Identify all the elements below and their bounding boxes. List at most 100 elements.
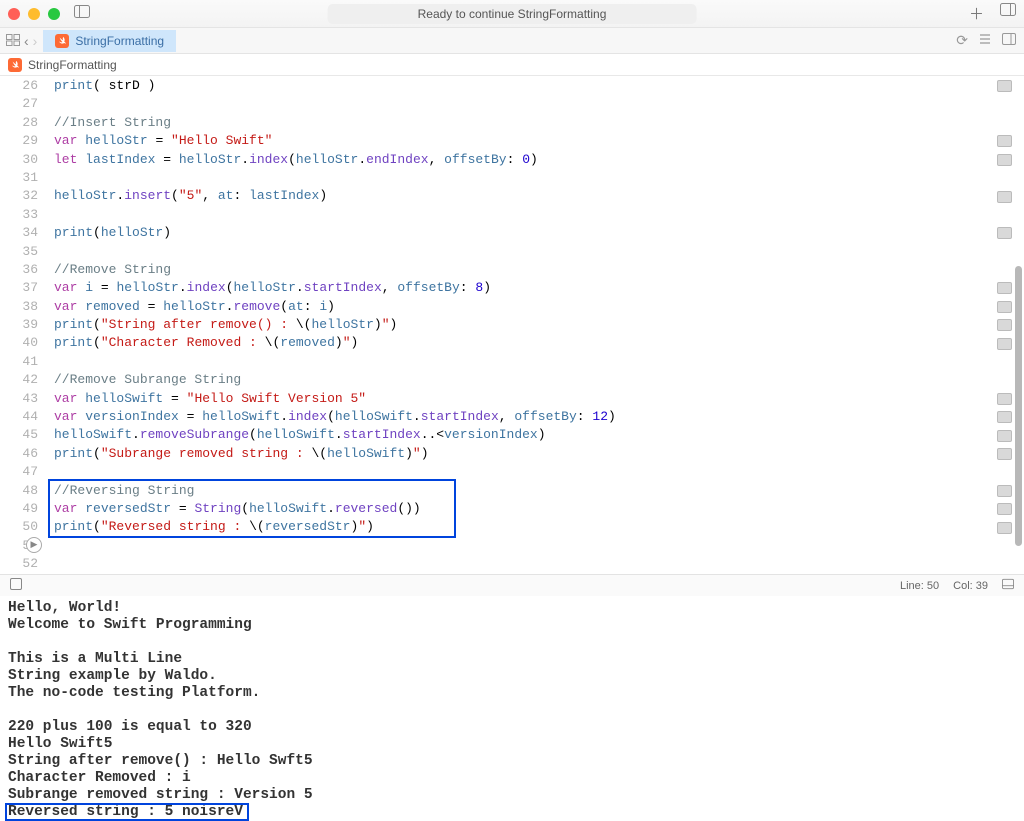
console-line: String example by Waldo. bbox=[8, 668, 1016, 685]
code-line[interactable]: helloStr.insert("5", at: lastIndex) bbox=[48, 187, 974, 205]
line-number: 41 bbox=[0, 353, 38, 371]
code-line[interactable] bbox=[48, 169, 974, 187]
code-editor[interactable]: 2627282930313233343536373839404142434445… bbox=[0, 76, 1024, 574]
assistant-panel-icon[interactable] bbox=[1002, 32, 1016, 49]
code-line[interactable]: print( strD ) bbox=[48, 77, 974, 95]
code-line[interactable] bbox=[48, 537, 974, 555]
console-line: This is a Multi Line bbox=[8, 651, 1016, 668]
code-line[interactable]: helloSwift.removeSubrange(helloSwift.sta… bbox=[48, 426, 974, 444]
code-line[interactable]: print(helloStr) bbox=[48, 224, 974, 242]
title-bar: Ready to continue StringFormatting ＋ bbox=[0, 0, 1024, 28]
nav-controls: ‹ › bbox=[0, 33, 43, 49]
line-number: 50 bbox=[0, 518, 38, 536]
result-marker[interactable] bbox=[997, 411, 1012, 423]
code-line[interactable] bbox=[48, 555, 974, 573]
console-line: Hello, World! bbox=[8, 600, 1016, 617]
breadcrumb[interactable]: StringFormatting bbox=[0, 54, 1024, 76]
status-bar: Line: 50 Col: 39 bbox=[0, 574, 1024, 596]
result-marker[interactable] bbox=[997, 135, 1012, 147]
result-marker[interactable] bbox=[997, 503, 1012, 515]
result-marker[interactable] bbox=[997, 301, 1012, 313]
panels-toggle-icon[interactable] bbox=[1000, 3, 1016, 24]
tab-label: StringFormatting bbox=[75, 34, 164, 48]
line-number: 39 bbox=[0, 316, 38, 334]
code-line[interactable]: var helloStr = "Hello Swift" bbox=[48, 132, 974, 150]
console-line: Character Removed : i bbox=[8, 770, 1016, 787]
result-marker[interactable] bbox=[997, 282, 1012, 294]
result-marker[interactable] bbox=[997, 319, 1012, 331]
result-marker[interactable] bbox=[997, 485, 1012, 497]
line-number: 47 bbox=[0, 463, 38, 481]
result-marker[interactable] bbox=[997, 430, 1012, 442]
code-line[interactable] bbox=[48, 463, 974, 481]
tab-stringformatting[interactable]: StringFormatting bbox=[43, 30, 176, 52]
run-line-button[interactable]: ▶ bbox=[26, 537, 42, 553]
line-number: 52 bbox=[0, 555, 38, 573]
result-marker[interactable] bbox=[997, 191, 1012, 203]
close-window-button[interactable] bbox=[8, 8, 20, 20]
result-marker[interactable] bbox=[997, 154, 1012, 166]
code-line[interactable] bbox=[48, 95, 974, 113]
code-line[interactable]: //Remove Subrange String bbox=[48, 371, 974, 389]
console-line bbox=[8, 634, 1016, 651]
code-line[interactable]: //Insert String bbox=[48, 114, 974, 132]
scrollbar[interactable] bbox=[1015, 266, 1022, 546]
line-number: 45 bbox=[0, 426, 38, 444]
console-line: 220 plus 100 is equal to 320 bbox=[8, 719, 1016, 736]
line-number: 28 bbox=[0, 114, 38, 132]
console-line: Welcome to Swift Programming bbox=[8, 617, 1016, 634]
result-marker[interactable] bbox=[997, 80, 1012, 92]
refresh-icon[interactable]: ⟳ bbox=[956, 32, 968, 49]
sidebar-toggle-icon[interactable] bbox=[74, 5, 90, 22]
line-number: 40 bbox=[0, 334, 38, 352]
line-number: 36 bbox=[0, 261, 38, 279]
code-line[interactable]: var i = helloStr.index(helloStr.startInd… bbox=[48, 279, 974, 297]
add-tab-button[interactable]: ＋ bbox=[969, 3, 984, 24]
code-line[interactable] bbox=[48, 206, 974, 224]
cursor-column: Col: 39 bbox=[953, 580, 988, 592]
console-panel-icon[interactable] bbox=[1002, 578, 1014, 593]
result-marker[interactable] bbox=[997, 393, 1012, 405]
line-gutter: 2627282930313233343536373839404142434445… bbox=[0, 76, 48, 574]
line-number: 34 bbox=[0, 224, 38, 242]
code-line[interactable]: var helloSwift = "Hello Swift Version 5" bbox=[48, 390, 974, 408]
code-line[interactable]: var versionIndex = helloSwift.index(hell… bbox=[48, 408, 974, 426]
result-marker[interactable] bbox=[997, 448, 1012, 460]
code-line[interactable]: print("Reversed string : \(reversedStr)"… bbox=[48, 518, 974, 536]
line-number: 38 bbox=[0, 298, 38, 316]
console-line: String after remove() : Hello Swft5 bbox=[8, 753, 1016, 770]
nav-forward-icon[interactable]: › bbox=[33, 33, 38, 49]
code-line[interactable]: var reversedStr = String(helloSwift.reve… bbox=[48, 500, 974, 518]
line-number: 49 bbox=[0, 500, 38, 518]
code-area[interactable]: print( strD ) //Insert Stringvar helloStr… bbox=[48, 76, 974, 574]
code-line[interactable]: print("String after remove() : \(helloSt… bbox=[48, 316, 974, 334]
code-line[interactable]: //Remove String bbox=[48, 261, 974, 279]
debug-panel-icon[interactable] bbox=[10, 578, 22, 593]
code-line[interactable]: var removed = helloStr.remove(at: i) bbox=[48, 298, 974, 316]
code-line[interactable] bbox=[48, 353, 974, 371]
nav-back-icon[interactable]: ‹ bbox=[24, 33, 29, 49]
console-output[interactable]: Hello, World!Welcome to Swift Programmin… bbox=[0, 596, 1024, 818]
line-number: 33 bbox=[0, 206, 38, 224]
zoom-window-button[interactable] bbox=[48, 8, 60, 20]
result-marker[interactable] bbox=[997, 227, 1012, 239]
code-line[interactable] bbox=[48, 243, 974, 261]
related-items-icon[interactable] bbox=[6, 33, 20, 49]
result-marker[interactable] bbox=[997, 338, 1012, 350]
code-line[interactable]: print("Character Removed : \(removed)") bbox=[48, 334, 974, 352]
traffic-lights bbox=[8, 8, 60, 20]
list-icon[interactable] bbox=[978, 32, 992, 49]
minimize-window-button[interactable] bbox=[28, 8, 40, 20]
window-title: Ready to continue StringFormatting bbox=[328, 4, 697, 24]
swift-icon bbox=[55, 34, 69, 48]
code-line[interactable]: let lastIndex = helloStr.index(helloStr.… bbox=[48, 151, 974, 169]
result-marker[interactable] bbox=[997, 522, 1012, 534]
line-number: 31 bbox=[0, 169, 38, 187]
line-number: 42 bbox=[0, 371, 38, 389]
console-line: Hello Swift5 bbox=[8, 736, 1016, 753]
code-line[interactable]: print("Subrange removed string : \(hello… bbox=[48, 445, 974, 463]
cursor-line: Line: 50 bbox=[900, 580, 939, 592]
code-line[interactable]: //Reversing String bbox=[48, 482, 974, 500]
console-line: The no-code testing Platform. bbox=[8, 685, 1016, 702]
line-number: 30 bbox=[0, 151, 38, 169]
